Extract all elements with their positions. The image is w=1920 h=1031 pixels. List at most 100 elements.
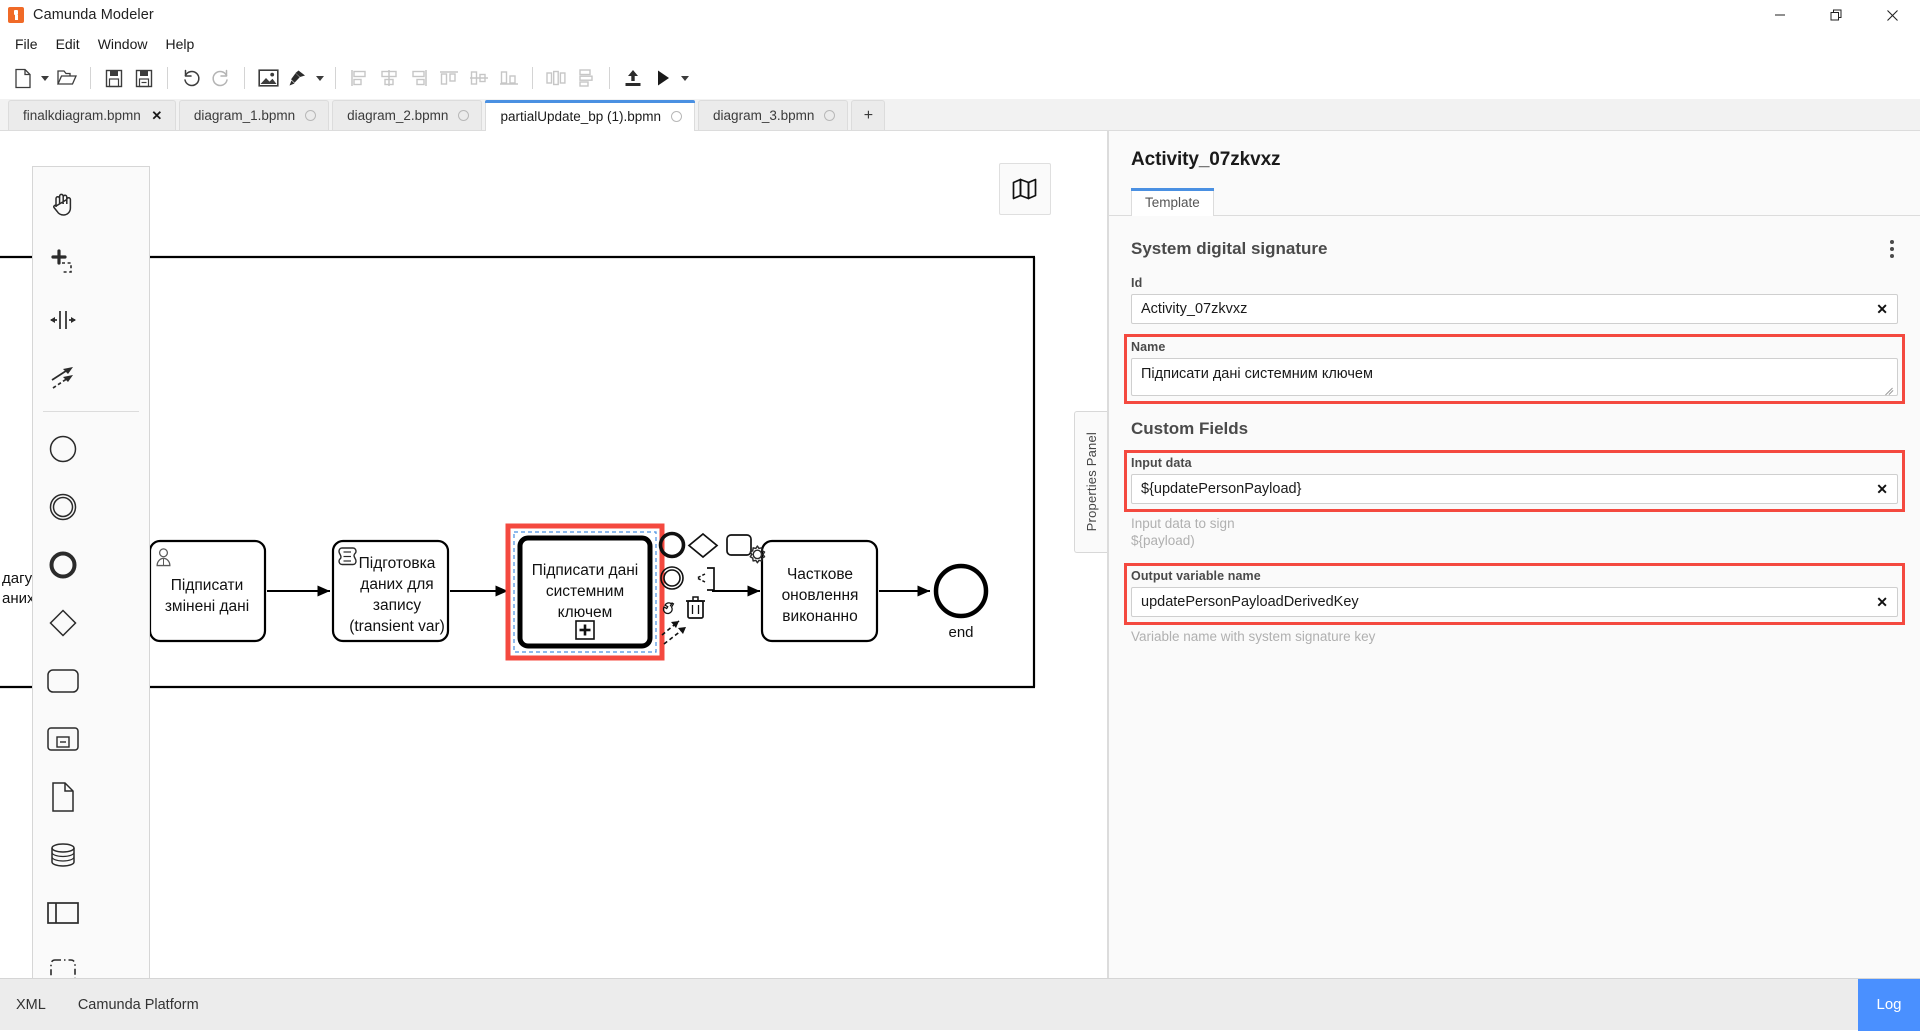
menu-file[interactable]: File: [6, 33, 47, 55]
tab-close-icon[interactable]: [305, 110, 316, 121]
properties-panel-tabs: Template: [1109, 187, 1920, 216]
properties-panel-header: Activity_07zkvxz Template: [1109, 131, 1920, 216]
tab-close-icon[interactable]: [458, 110, 469, 121]
connect-arrows-icon[interactable]: [33, 349, 92, 407]
export-image-button[interactable]: [253, 63, 283, 93]
svg-text:Підготовка: Підготовка: [359, 555, 436, 572]
append-text-annotation-icon: [697, 574, 705, 582]
svg-text:системним: системним: [546, 583, 624, 600]
clipped-text-line-2: аних: [2, 590, 35, 607]
gateway-diamond-icon[interactable]: [33, 594, 92, 652]
intermediate-event-double-circle-icon[interactable]: [33, 478, 92, 536]
align-right-button[interactable]: [404, 63, 434, 93]
new-file-button[interactable]: [8, 63, 38, 93]
group-dashed-icon[interactable]: [33, 942, 92, 978]
maximize-button[interactable]: [1808, 0, 1864, 30]
main-area: дагу аних Підписати змінені дані: [0, 131, 1920, 978]
input-data-input[interactable]: ${updatePersonPayload} ✕: [1131, 474, 1898, 504]
lasso-select-icon[interactable]: [33, 233, 92, 291]
minimap-toggle-button[interactable]: [999, 163, 1051, 215]
align-center-button[interactable]: [374, 63, 404, 93]
node-task-partial-update-done: Часткове оновлення виконанно: [750, 541, 877, 641]
menu-window[interactable]: Window: [89, 33, 157, 55]
align-middle-button[interactable]: [464, 63, 494, 93]
save-as-button[interactable]: [129, 63, 159, 93]
status-camunda-platform-button[interactable]: Camunda Platform: [62, 979, 215, 1031]
name-input[interactable]: Підписати дані системним ключем: [1131, 358, 1898, 396]
clear-x-icon[interactable]: ✕: [1876, 302, 1888, 316]
distribute-vertical-button[interactable]: [571, 63, 601, 93]
tab-diagram-2[interactable]: diagram_2.bpmn: [332, 100, 482, 130]
participant-pool-icon[interactable]: [33, 884, 92, 942]
tab-close-icon[interactable]: ✕: [151, 108, 163, 124]
svg-text:Підписати: Підписати: [171, 577, 243, 594]
data-object-icon[interactable]: [33, 768, 92, 826]
title-bar: Camunda Modeler: [0, 0, 1920, 30]
svg-text:запису: запису: [373, 597, 422, 614]
field-name: Name Підписати дані системним ключем: [1127, 337, 1902, 401]
hand-icon[interactable]: [33, 175, 92, 233]
new-file-dropdown-caret[interactable]: [38, 63, 52, 93]
color-picker-dropdown-caret[interactable]: [313, 63, 327, 93]
bpmn-canvas[interactable]: дагу аних Підписати змінені дані: [0, 131, 1108, 978]
id-input[interactable]: Activity_07zkvxz ✕: [1131, 294, 1898, 324]
align-top-button[interactable]: [434, 63, 464, 93]
clear-x-icon[interactable]: ✕: [1876, 482, 1888, 496]
toolbar-separator: [532, 67, 533, 89]
group-title-custom-fields: Custom Fields: [1131, 419, 1898, 439]
toolbar-separator: [167, 67, 168, 89]
clear-x-icon[interactable]: ✕: [1876, 595, 1888, 609]
menu-help[interactable]: Help: [156, 33, 203, 55]
log-button[interactable]: Log: [1858, 979, 1920, 1031]
align-bottom-button[interactable]: [494, 63, 524, 93]
properties-panel: Activity_07zkvxz Template System digital…: [1108, 131, 1920, 978]
deploy-button[interactable]: [618, 63, 648, 93]
field-value: ${updatePersonPayload}: [1141, 481, 1301, 497]
tab-close-icon[interactable]: [824, 110, 835, 121]
node-end-event: end: [936, 566, 986, 641]
node-task-prepare-data: Підготовка даних для запису (transient v…: [333, 541, 448, 641]
svg-text:даних для: даних для: [360, 576, 433, 593]
menu-edit[interactable]: Edit: [47, 33, 89, 55]
start-instance-button[interactable]: [648, 63, 678, 93]
undo-button[interactable]: [176, 63, 206, 93]
tab-template[interactable]: Template: [1131, 188, 1214, 216]
tab-diagram-1[interactable]: diagram_1.bpmn: [179, 100, 329, 130]
new-tab-button[interactable]: +: [851, 100, 885, 130]
window-controls: [1752, 0, 1920, 30]
page-title: Activity_07zkvxz: [1131, 149, 1898, 171]
open-file-button[interactable]: [52, 63, 82, 93]
data-store-cylinder-icon[interactable]: [33, 826, 92, 884]
group-title-label: Custom Fields: [1131, 419, 1248, 439]
properties-panel-handle[interactable]: Properties Panel: [1074, 411, 1108, 553]
svg-text:Часткове: Часткове: [787, 566, 853, 583]
distribute-horizontal-button[interactable]: [541, 63, 571, 93]
minimize-button[interactable]: [1752, 0, 1808, 30]
field-output-variable-name: Output variable name updatePersonPayload…: [1127, 566, 1902, 622]
tab-diagram-3[interactable]: diagram_3.bpmn: [698, 100, 848, 130]
append-gateway-icon: [689, 534, 717, 557]
output-variable-name-input[interactable]: updatePersonPayloadDerivedKey ✕: [1131, 587, 1898, 617]
align-left-button[interactable]: [344, 63, 374, 93]
redo-button[interactable]: [206, 63, 236, 93]
close-button[interactable]: [1864, 0, 1920, 30]
task-rounded-rect-icon[interactable]: [33, 652, 92, 710]
tab-label: Template: [1145, 195, 1200, 210]
editor-tab-bar: finalkdiagram.bpmn ✕ diagram_1.bpmn diag…: [0, 99, 1920, 131]
color-picker-button[interactable]: [283, 63, 313, 93]
start-instance-dropdown-caret[interactable]: [678, 63, 692, 93]
subprocess-icon[interactable]: [33, 710, 92, 768]
tab-finalkdiagram[interactable]: finalkdiagram.bpmn ✕: [8, 100, 176, 130]
tab-close-icon[interactable]: [671, 111, 682, 122]
end-event-thick-circle-icon[interactable]: [33, 536, 92, 594]
save-button[interactable]: [99, 63, 129, 93]
field-input-data: Input data ${updatePersonPayload} ✕: [1127, 453, 1902, 509]
space-tool-icon[interactable]: [33, 291, 92, 349]
camunda-logo-icon: [8, 7, 24, 23]
status-xml-button[interactable]: XML: [0, 979, 62, 1031]
start-event-circle-icon[interactable]: [33, 420, 92, 478]
svg-text:оновлення: оновлення: [782, 587, 859, 604]
tab-partialupdate-bp[interactable]: partialUpdate_bp (1).bpmn: [485, 100, 695, 131]
resize-handle-icon[interactable]: [1883, 382, 1895, 394]
kebab-menu-icon[interactable]: [1886, 236, 1898, 262]
